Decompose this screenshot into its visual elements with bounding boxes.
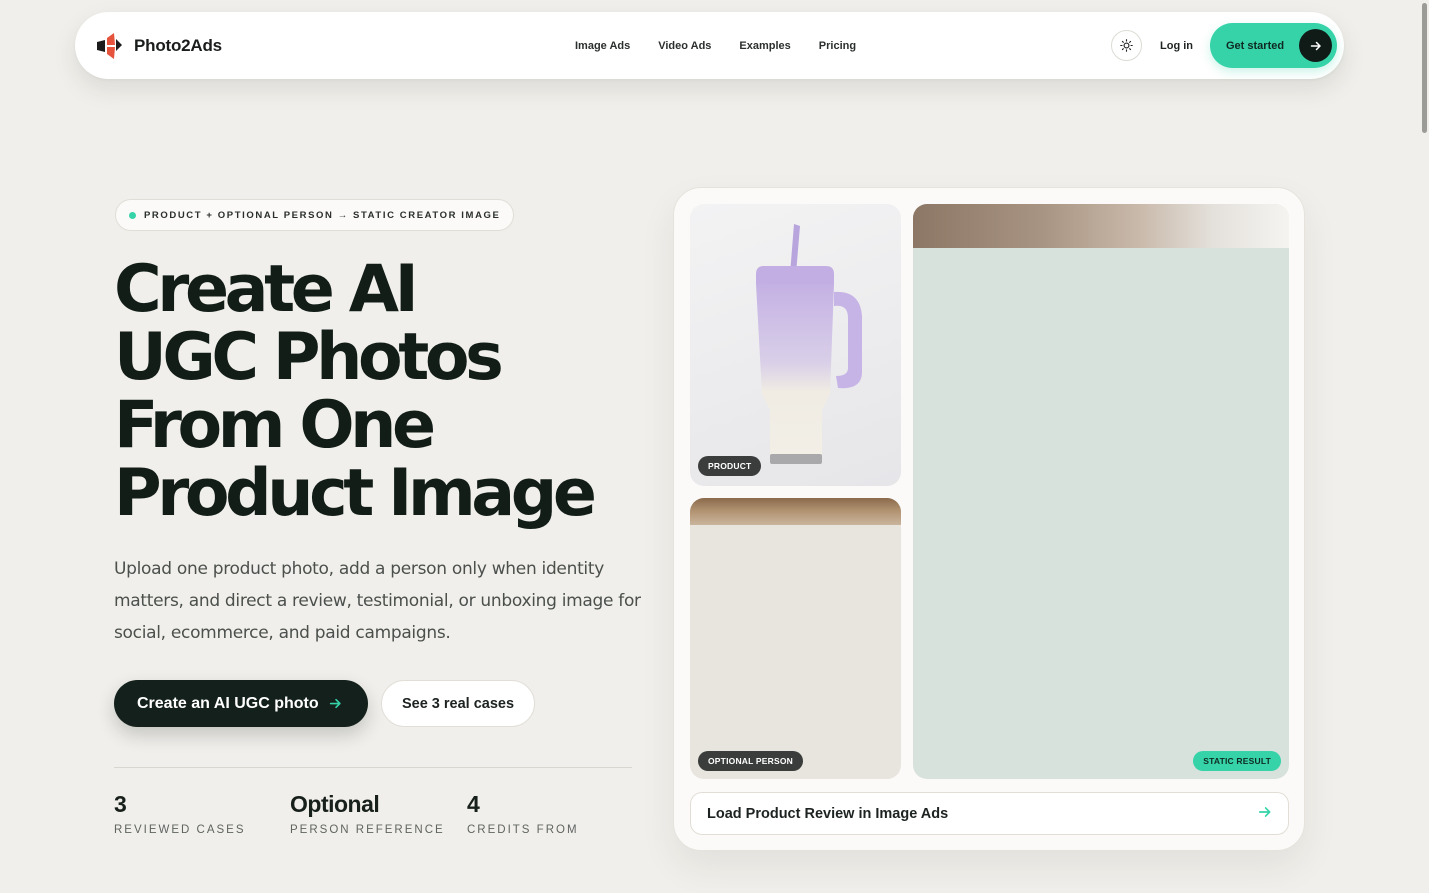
arrow-right-icon (329, 698, 341, 709)
nav-link-examples[interactable]: Examples (739, 40, 790, 52)
stat-reviewed-cases: 3 REVIEWED CASES (114, 790, 246, 836)
stat-credits-from: 4 CREDITS FROM (467, 790, 579, 836)
stat-label: CREDITS FROM (467, 824, 579, 836)
nav-link-video-ads[interactable]: Video Ads (658, 40, 711, 52)
load-product-review-label: Load Product Review in Image Ads (707, 805, 949, 822)
get-started-label: Get started (1226, 39, 1285, 52)
status-dot-icon (129, 211, 136, 219)
brand-name: Photo2Ads (134, 36, 222, 55)
headline-line-2: UGC Photos (114, 320, 504, 395)
login-link[interactable]: Log in (1160, 12, 1193, 79)
sun-icon (1120, 39, 1133, 52)
create-ugc-photo-button[interactable]: Create an AI UGC photo (114, 680, 368, 727)
page-scrollbar[interactable] (1419, 0, 1429, 893)
static-result-tag: STATIC RESULT (1193, 751, 1281, 771)
product-tag: PRODUCT (698, 456, 762, 476)
headline-line-1: Create AI (114, 252, 419, 327)
person-image-ceiling (690, 498, 901, 525)
hero-headline: Create AI UGC Photos From One Product Im… (114, 256, 654, 528)
see-real-cases-label: See 3 real cases (401, 695, 515, 712)
headline-line-3: From One (114, 388, 436, 463)
eyebrow-text: PRODUCT + OPTIONAL PERSON → STATIC CREAT… (144, 209, 501, 221)
create-ugc-photo-label: Create an AI UGC photo (137, 694, 319, 712)
scrollbar-thumb[interactable] (1422, 3, 1427, 133)
top-nav: Photo2Ads Image Ads Video Ads Examples P… (75, 12, 1344, 79)
tumbler-product-image (756, 224, 862, 464)
stat-label: REVIEWED CASES (114, 824, 246, 836)
brand-logo-icon (97, 33, 122, 59)
headline-line-4: Product Image (114, 456, 597, 531)
stat-value: 3 (114, 791, 127, 817)
stat-value: 4 (467, 791, 480, 817)
result-image-ceiling (913, 204, 1289, 248)
hero-subhead: Upload one product photo, add a person o… (114, 559, 641, 643)
get-started-button[interactable]: Get started (1210, 23, 1337, 68)
static-result-panel: STATIC RESULT (913, 204, 1289, 779)
product-image-panel: PRODUCT (690, 204, 901, 486)
arrow-right-icon (1299, 29, 1332, 62)
theme-toggle-button[interactable] (1111, 30, 1142, 61)
stat-person-reference: Optional PERSON REFERENCE (290, 790, 445, 836)
nav-links: Image Ads Video Ads Examples Pricing (575, 12, 856, 79)
load-product-review-button[interactable]: Load Product Review in Image Ads (690, 792, 1289, 835)
stat-value: Optional (290, 791, 380, 817)
nav-link-pricing[interactable]: Pricing (819, 40, 856, 52)
optional-person-panel: OPTIONAL PERSON (690, 498, 901, 779)
nav-link-image-ads[interactable]: Image Ads (575, 40, 630, 52)
stat-label: PERSON REFERENCE (290, 824, 445, 836)
optional-person-tag: OPTIONAL PERSON (698, 751, 804, 771)
stats-divider (114, 767, 632, 768)
example-showcase-card: PRODUCT OPTIONAL PERSON STATIC RESULT Lo… (673, 187, 1305, 851)
see-real-cases-button[interactable]: See 3 real cases (381, 680, 535, 727)
eyebrow-pill: PRODUCT + OPTIONAL PERSON → STATIC CREAT… (115, 199, 515, 231)
brand[interactable]: Photo2Ads (95, 30, 222, 62)
arrow-right-icon (1258, 807, 1271, 817)
